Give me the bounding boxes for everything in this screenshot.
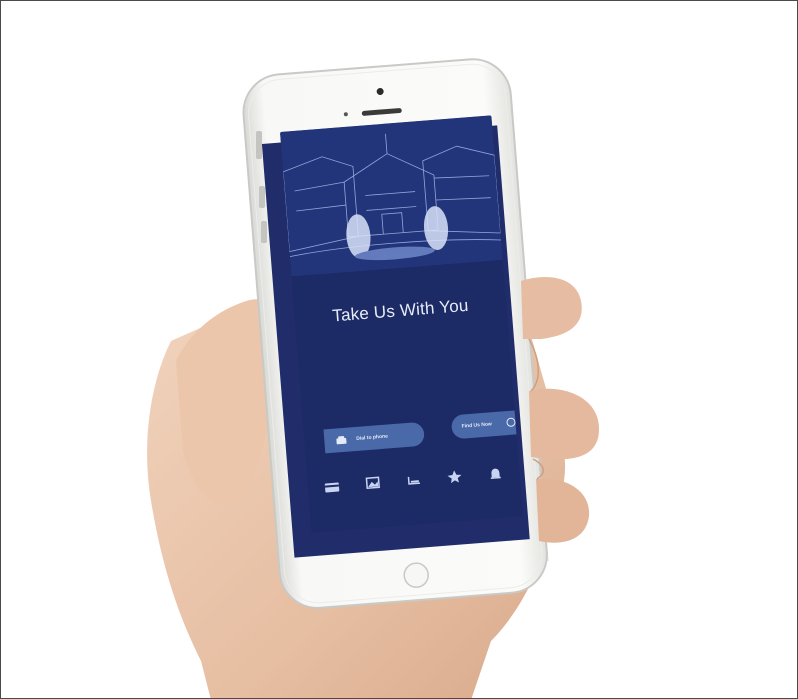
location-ring-icon [506,417,516,428]
building-illustration [280,115,503,277]
photo-frame: Take Us With You Dial to phone Find Us N… [0,0,798,699]
find-us-button[interactable]: Find Us Now [450,408,523,440]
spa-icon [407,476,421,485]
call-button-label: Dial to phone [356,433,389,442]
gallery-icon [365,476,381,490]
find-button-label: Find Us Now [461,421,493,430]
tab-spa[interactable] [394,471,433,491]
finger-1 [521,277,582,339]
finger-3 [536,478,590,543]
star-icon [447,470,462,484]
headline: Take Us With You [331,295,470,326]
app-screen: Take Us With You Dial to phone Find Us N… [280,115,523,533]
tab-favourites[interactable] [435,468,474,488]
tab-gallery[interactable] [354,474,393,494]
tab-notifications[interactable] [476,465,515,485]
tab-card[interactable] [313,478,352,498]
finger-2 [529,388,599,460]
phone-icon [336,435,347,445]
bell-icon [490,468,501,480]
card-icon [325,482,340,493]
call-button[interactable]: Dial to phone [323,421,426,454]
